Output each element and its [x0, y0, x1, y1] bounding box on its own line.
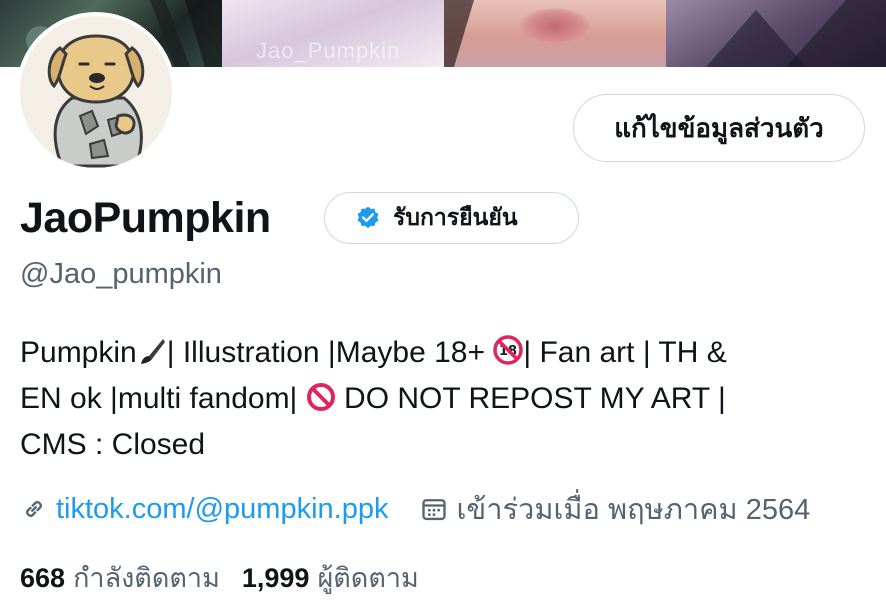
bio-text: DO NOT REPOST MY ART | [344, 382, 726, 415]
banner-hair [444, 0, 474, 67]
banner-panel-2: Jao_Pumpkin [222, 0, 444, 67]
banner-panel-4 [666, 0, 886, 67]
profile-stats: 668 กำลังติดตาม 1,999 ผู้ติดตาม [20, 556, 419, 599]
bio-text: | Illustration |Maybe 18+ [166, 336, 485, 369]
profile-bio: Pumpkin | Illustration |Maybe 18+ 18 | F… [20, 330, 870, 468]
followers-link[interactable]: 1,999 ผู้ติดตาม [242, 556, 419, 599]
following-count: 668 [20, 563, 66, 593]
no-one-under-18-emoji-icon: 18 [493, 335, 524, 365]
bio-line-3: CMS : Closed [20, 428, 206, 461]
calendar-icon [422, 499, 447, 521]
bio-line-2: EN ok |multi fandom| DO NOT REPOST MY AR… [20, 376, 870, 422]
verified-badge-icon [357, 206, 379, 229]
profile-meta: tiktok.com/@pumpkin.ppk เข้าร่วมเมื่อ พฤ… [20, 486, 810, 532]
bio-text: EN ok |multi fandom| [20, 382, 298, 415]
bio-text: | Fan art | TH & [523, 336, 727, 369]
dog-avatar-icon [47, 34, 145, 168]
profile-handle: @Jao_pumpkin [20, 258, 222, 290]
verified-label: รับการยืนยัน [393, 204, 518, 230]
following-label: กำลังติดตาม [73, 563, 220, 593]
following-link[interactable]: 668 กำลังติดตาม [20, 556, 220, 599]
banner-panel-3 [444, 0, 666, 67]
get-verified-button[interactable]: รับการยืนยัน [324, 192, 579, 244]
brush-emoji-icon [140, 339, 165, 364]
profile-name: JaoPumpkin [20, 194, 271, 242]
profile-link[interactable]: tiktok.com/@pumpkin.ppk [56, 493, 388, 526]
banner-art-4 [706, 0, 886, 67]
bio-line-1: Pumpkin | Illustration |Maybe 18+ 18 | F… [20, 330, 870, 376]
followers-label: ผู้ติดตาม [317, 563, 419, 593]
link-icon [26, 501, 42, 517]
followers-count: 1,999 [241, 563, 310, 593]
prohibited-emoji-icon [306, 383, 335, 411]
bio-text: Pumpkin [20, 336, 137, 369]
joined-date: เข้าร่วมเมื่อ พฤษภาคม 2564 [456, 494, 811, 526]
edit-profile-button[interactable]: แก้ไขข้อมูลส่วนตัว [573, 94, 865, 162]
banner-watermark: Jao_Pumpkin [256, 38, 401, 63]
avatar[interactable] [16, 12, 176, 172]
